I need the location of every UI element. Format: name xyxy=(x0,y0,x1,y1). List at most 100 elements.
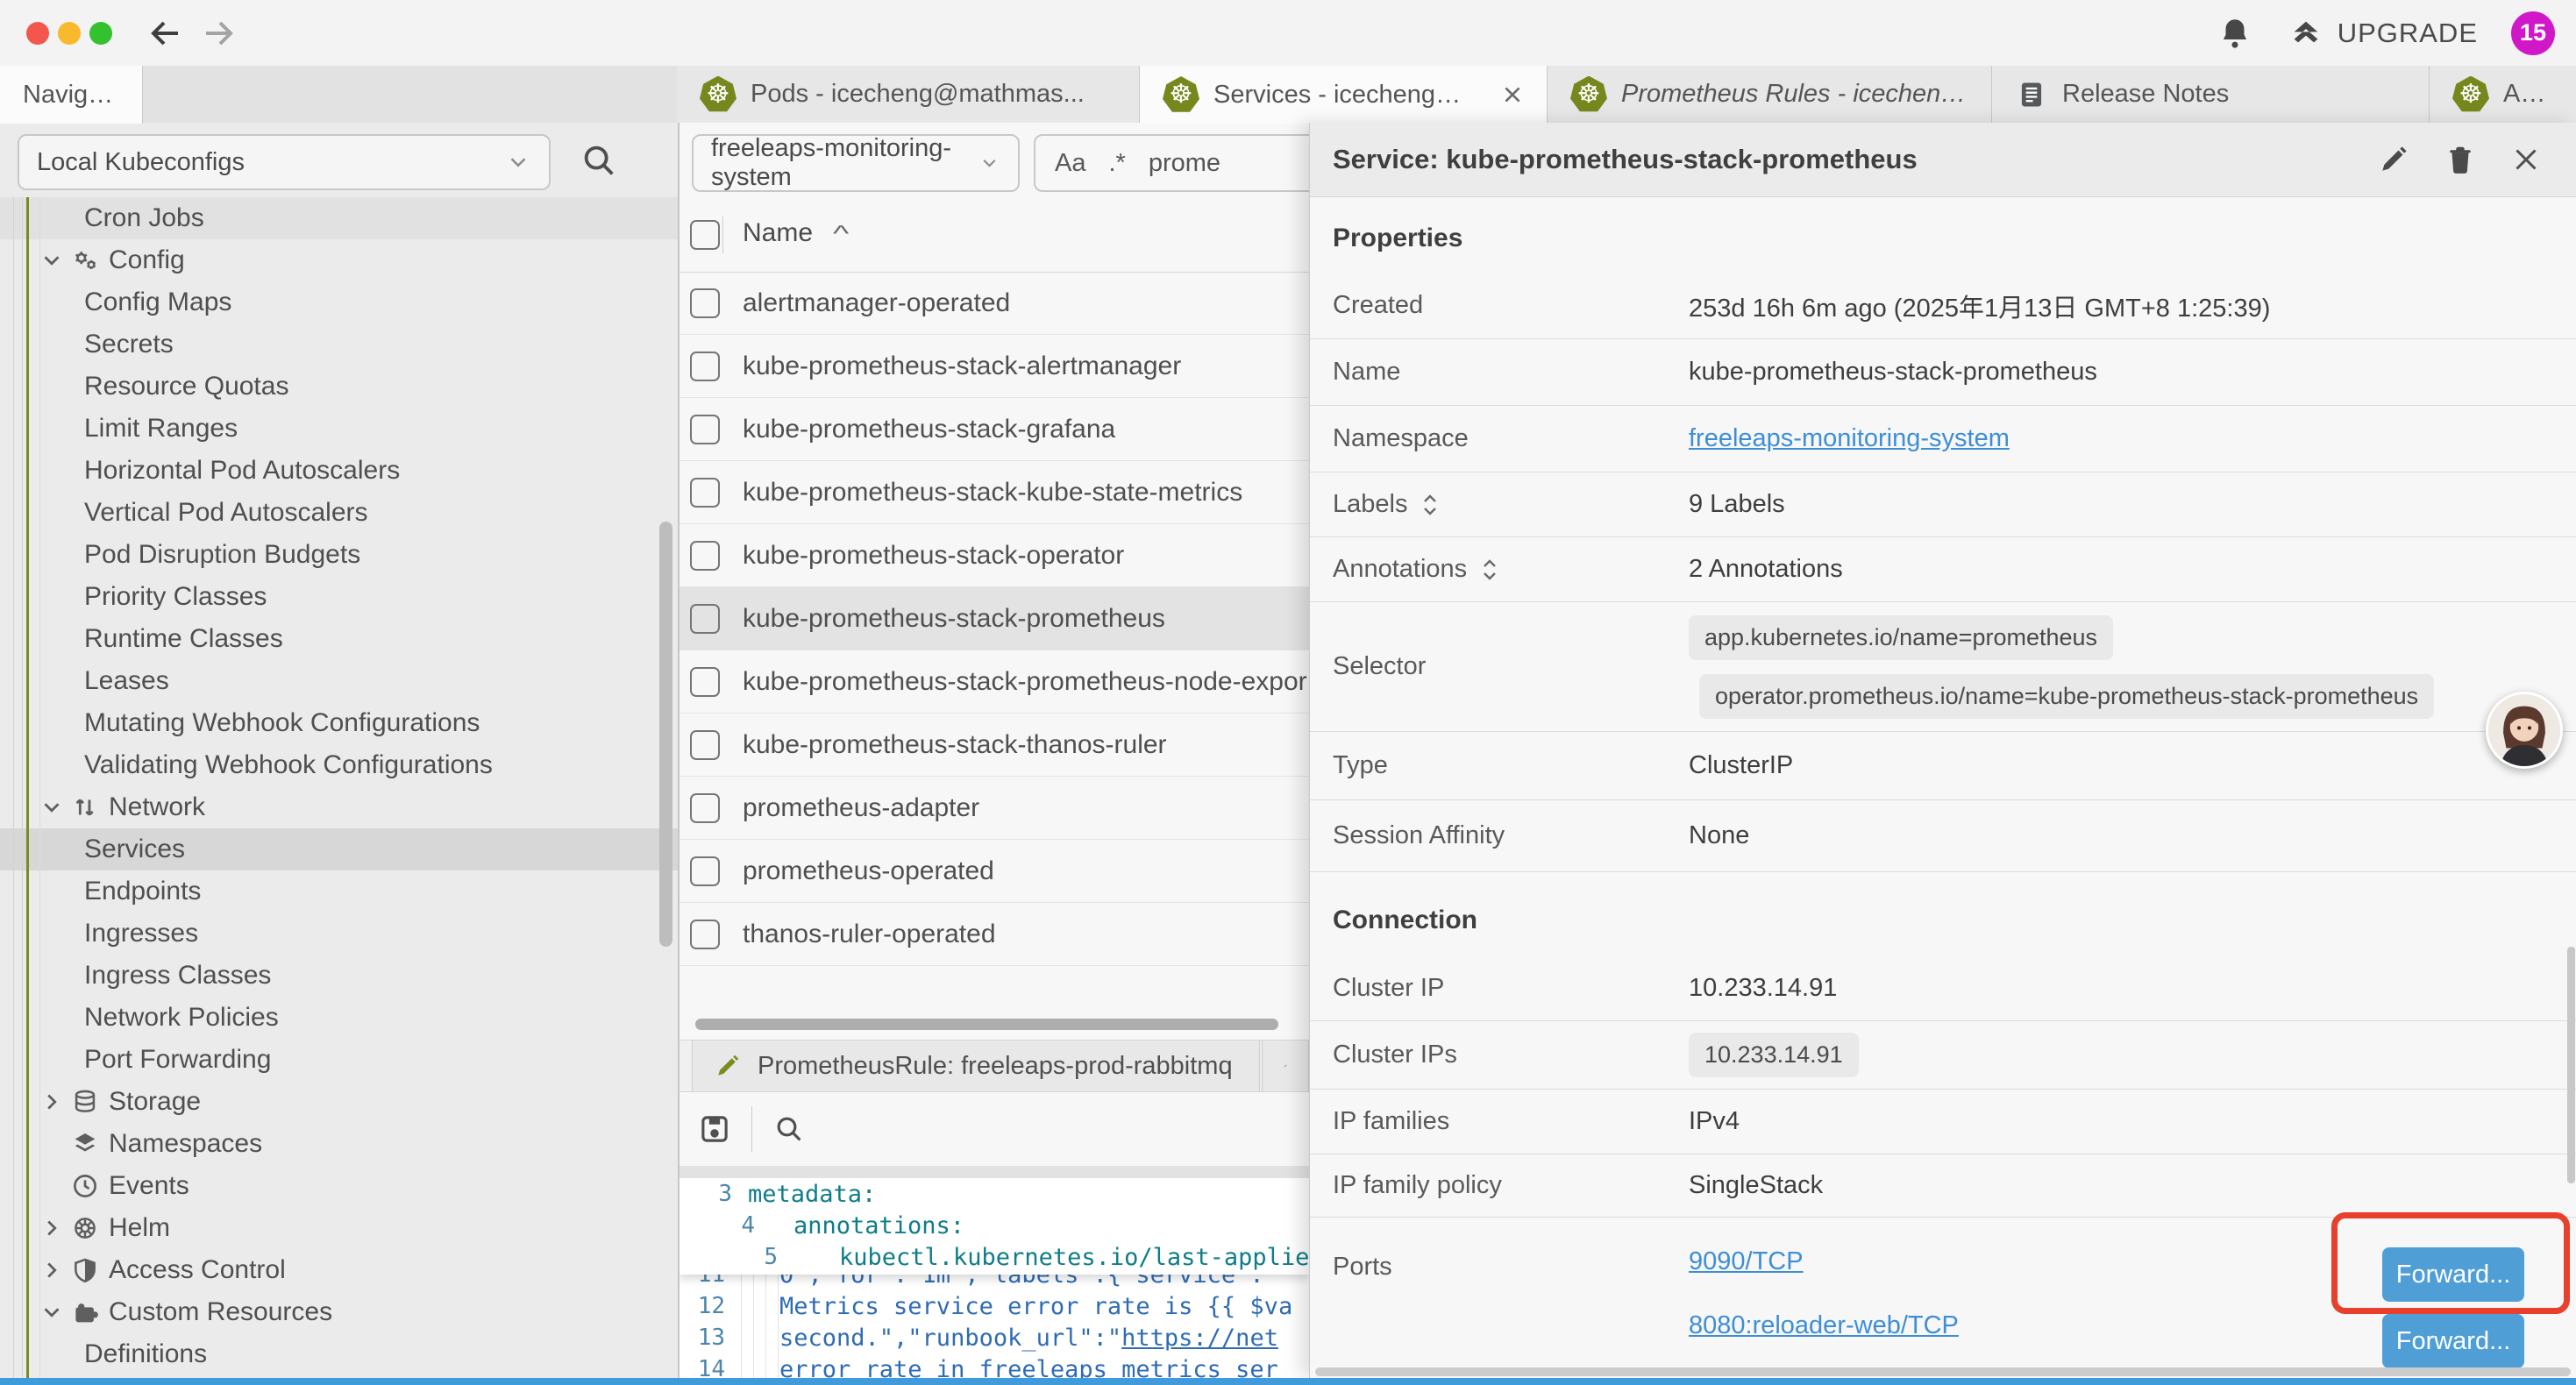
row-checkbox[interactable] xyxy=(690,730,720,760)
table-row[interactable]: kube-prometheus-stack-prometheus xyxy=(680,587,1309,650)
chevron-right-icon[interactable] xyxy=(39,1089,70,1115)
sidebar-item[interactable]: Limit Ranges xyxy=(0,408,678,450)
table-row[interactable]: kube-prometheus-stack-prometheus-node-ex… xyxy=(680,650,1309,714)
tab-prometheus-rules[interactable]: ☸ Prometheus Rules - icecheng... xyxy=(1548,66,1992,123)
table-row[interactable]: kube-prometheus-stack-kube-state-metrics xyxy=(680,461,1309,524)
close-icon[interactable] xyxy=(2510,144,2542,175)
chevron-down-icon[interactable] xyxy=(39,1299,70,1325)
tab-release-notes[interactable]: Release Notes xyxy=(1992,66,2430,123)
name-column-header[interactable]: Name ^ xyxy=(743,218,846,248)
delete-icon[interactable] xyxy=(2444,143,2477,176)
edit-icon[interactable] xyxy=(2377,143,2410,176)
editor-search-icon[interactable] xyxy=(763,1103,815,1155)
match-case-toggle[interactable]: Aa xyxy=(1055,149,1085,178)
sidebar-item[interactable]: Cron Jobs xyxy=(0,197,678,239)
chevron-down-icon[interactable] xyxy=(39,794,70,820)
tab-services[interactable]: ☸ Services - icecheng@math... xyxy=(1140,66,1548,124)
sidebar-item[interactable]: Priority Classes xyxy=(0,576,678,618)
back-button[interactable] xyxy=(145,12,187,54)
sidebar-item[interactable]: Events xyxy=(0,1165,678,1207)
sidebar-item[interactable]: Custom Resources xyxy=(0,1291,678,1333)
sidebar-item[interactable]: Pod Disruption Budgets xyxy=(0,534,678,576)
row-checkbox[interactable] xyxy=(690,478,720,508)
table-row[interactable]: kube-prometheus-stack-alertmanager xyxy=(680,335,1309,398)
panel-divider[interactable] xyxy=(678,123,680,1378)
row-checkbox[interactable] xyxy=(690,920,720,949)
avatar[interactable] xyxy=(2486,692,2563,769)
table-row[interactable]: kube-prometheus-stack-operator xyxy=(680,524,1309,587)
chevron-right-icon[interactable] xyxy=(39,1257,70,1283)
expand-collapse-icon[interactable] xyxy=(1420,492,1441,518)
save-icon[interactable] xyxy=(688,1103,741,1155)
port-link[interactable]: 8080:reloader-web/TCP xyxy=(1689,1311,2382,1340)
sidebar-item[interactable]: Network Policies xyxy=(0,997,678,1039)
notification-count-badge[interactable]: 15 xyxy=(2511,11,2555,55)
table-row[interactable]: prometheus-adapter xyxy=(680,777,1309,840)
code-link[interactable]: https://net xyxy=(1121,1325,1278,1352)
horizontal-scrollbar[interactable] xyxy=(695,1019,1278,1030)
regex-toggle[interactable]: .* xyxy=(1108,149,1125,178)
row-checkbox[interactable] xyxy=(690,604,720,634)
forward-button[interactable]: Forward... xyxy=(2382,1314,2524,1368)
row-checkbox[interactable] xyxy=(690,541,720,571)
editor-tab-partial[interactable] xyxy=(1262,1041,1309,1091)
sidebar-item[interactable]: Access Control xyxy=(0,1249,678,1291)
sidebar-item[interactable]: Validating Webhook Configurations xyxy=(0,744,678,786)
upgrade-button[interactable]: UPGRADE xyxy=(2287,16,2478,51)
table-row[interactable]: kube-prometheus-stack-thanos-ruler xyxy=(680,714,1309,777)
sidebar-item[interactable]: Runtime Classes xyxy=(0,618,678,660)
row-checkbox[interactable] xyxy=(690,288,720,318)
sidebar-item[interactable]: Helm xyxy=(0,1207,678,1249)
sidebar-item[interactable]: Horizontal Pod Autoscalers xyxy=(0,450,678,492)
close-tab-icon[interactable] xyxy=(1501,83,1524,106)
filter-input[interactable]: Aa .* prome xyxy=(1034,134,1309,192)
namespace-select[interactable]: freeleaps-monitoring-system xyxy=(692,134,1020,192)
sidebar-item[interactable]: Namespaces xyxy=(0,1123,678,1165)
sidebar-item[interactable]: Definitions xyxy=(0,1333,678,1375)
yaml-editor[interactable]: 11 0","for":"1m","labels":{"service":" 1… xyxy=(680,1178,1309,1378)
port-link[interactable]: 9090/TCP xyxy=(1689,1247,2382,1276)
detail-vertical-scrollbar[interactable] xyxy=(2567,947,2575,1183)
window-zoom-button[interactable] xyxy=(89,22,112,45)
row-checkbox[interactable] xyxy=(690,667,720,697)
table-row[interactable]: kube-prometheus-stack-grafana xyxy=(680,398,1309,461)
sidebar-item[interactable]: Config xyxy=(0,239,678,281)
row-checkbox[interactable] xyxy=(690,415,720,444)
table-row[interactable]: alertmanager-operated xyxy=(680,272,1309,335)
sidebar-item[interactable]: Services xyxy=(0,828,678,870)
sidebar-item[interactable]: Mutating Webhook Configurations xyxy=(0,702,678,744)
bell-icon[interactable] xyxy=(2217,15,2253,52)
kubeconfig-select[interactable]: Local Kubeconfigs xyxy=(18,134,551,190)
detail-horizontal-scrollbar[interactable] xyxy=(1315,1367,2571,1376)
row-checkbox[interactable] xyxy=(690,856,720,886)
chevron-down-icon[interactable] xyxy=(39,247,70,273)
sidebar-item[interactable]: Storage xyxy=(0,1081,678,1123)
sidebar-item[interactable]: Network xyxy=(0,786,678,828)
tab-navigator[interactable]: Navigator xyxy=(0,66,143,124)
table-row[interactable]: prometheus-operated xyxy=(680,840,1309,903)
sidebar-item[interactable]: Ingresses xyxy=(0,913,678,955)
tab-pods[interactable]: ☸ Pods - icecheng@mathmas... xyxy=(677,66,1140,123)
expand-collapse-icon[interactable] xyxy=(1479,557,1500,583)
window-minimize-button[interactable] xyxy=(58,22,81,45)
sidebar-item[interactable]: Port Forwarding xyxy=(0,1039,678,1081)
editor-tab-prometheusrule[interactable]: PrometheusRule: freeleaps-prod-rabbitmq xyxy=(692,1041,1260,1091)
namespace-link[interactable]: freeleaps-monitoring-system xyxy=(1689,424,2010,453)
sidebar-item[interactable]: Endpoints xyxy=(0,870,678,913)
table-row[interactable]: thanos-ruler-operated xyxy=(680,903,1309,966)
search-icon[interactable] xyxy=(579,140,619,181)
sidebar-scrollbar[interactable] xyxy=(659,522,672,947)
tab-argo[interactable]: ☸ Argo Se xyxy=(2430,66,2576,123)
sidebar-item[interactable]: Resource Quotas xyxy=(0,366,678,408)
window-close-button[interactable] xyxy=(26,22,49,45)
sidebar-item[interactable]: Leases xyxy=(0,660,678,702)
sidebar-item[interactable]: Config Maps xyxy=(0,281,678,323)
forward-button[interactable] xyxy=(197,12,239,54)
row-checkbox[interactable] xyxy=(690,352,720,381)
select-all-checkbox[interactable] xyxy=(690,220,720,250)
sidebar-item[interactable]: Ingress Classes xyxy=(0,955,678,997)
chevron-right-icon[interactable] xyxy=(39,1215,70,1241)
sidebar-item[interactable]: Secrets xyxy=(0,323,678,366)
row-checkbox[interactable] xyxy=(690,793,720,823)
sidebar-item[interactable]: Vertical Pod Autoscalers xyxy=(0,492,678,534)
